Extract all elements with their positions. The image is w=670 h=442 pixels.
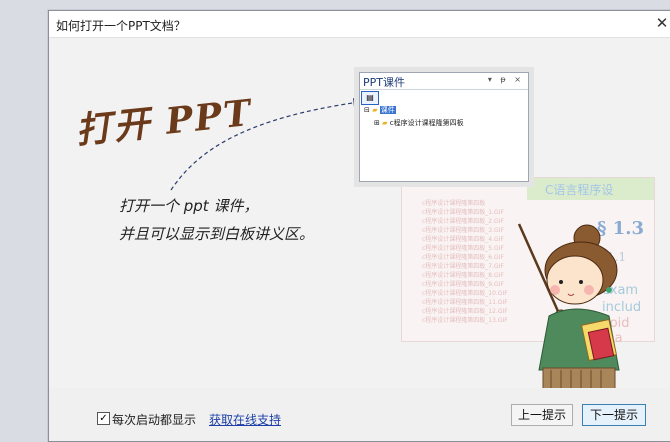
list-item: c程序设计课程隆第四板_1.GIF bbox=[422, 209, 504, 216]
list-item: c程序设计课程隆第四板_11.GIF bbox=[422, 299, 508, 306]
slide-header-bar: C语言程序设 bbox=[527, 178, 654, 200]
tip-dialog: 如何打开一个PPT文档？ ✕ 打开 PPT 打开一个 ppt 课件， 并且可以显… bbox=[48, 10, 670, 442]
list-item: c程序设计课程隆第四板_5.GIF bbox=[422, 245, 504, 252]
dialog-title: 如何打开一个PPT文档？ bbox=[56, 19, 186, 33]
tree-child-label: c程序设计课程隆第四板 bbox=[389, 119, 464, 127]
list-item: c程序设计课程隆第四板_9.GIF bbox=[422, 281, 504, 288]
tip-content: 打开 PPT 打开一个 ppt 课件， 并且可以显示到白板讲义区。 C语言程序设… bbox=[49, 38, 670, 390]
list-item: c程序设计课程隆第四板_8.GIF bbox=[422, 272, 504, 279]
open-file-icon: ▤ bbox=[361, 91, 379, 105]
list-item: c程序设计课程隆第四板_6.GIF bbox=[422, 254, 504, 261]
tip-description-line1: 打开一个 ppt 课件， bbox=[119, 197, 259, 215]
list-item: c程序设计课程隆第四板_13.GIF bbox=[422, 317, 508, 324]
list-item: c程序设计课程隆第四板_4.GIF bbox=[422, 236, 504, 243]
dialog-footer: ✓ 每次启动都显示 获取在线支持 上一提示 下一提示 bbox=[49, 388, 670, 441]
ppt-panel-illustration: PPT课件 ▾ ᵽ × ▤ ⊟ ▰ 课件 ⊞ ▰ c程序设计课程隆第四板 bbox=[359, 72, 529, 182]
show-on-startup-label[interactable]: 每次启动都显示 bbox=[112, 411, 196, 428]
close-icon[interactable]: ✕ bbox=[653, 14, 670, 32]
online-support-link[interactable]: 获取在线支持 bbox=[209, 411, 281, 428]
teacher-illustration bbox=[517, 223, 620, 390]
list-item: c程序设计课程隆第四板_2.GIF bbox=[422, 218, 504, 225]
collapse-icon: ⊟ bbox=[364, 106, 370, 114]
panel-header: PPT课件 ▾ ᵽ × bbox=[360, 73, 528, 90]
expand-icon: ⊞ bbox=[374, 119, 380, 127]
show-on-startup-checkbox[interactable]: ✓ bbox=[97, 412, 110, 425]
list-item: c程序设计课程隆第四板_7.GIF bbox=[422, 263, 504, 270]
tree-root-row: ⊟ ▰ 课件 bbox=[364, 105, 396, 115]
next-tip-button[interactable]: 下一提示 bbox=[582, 404, 646, 426]
tree-child-row: ⊞ ▰ c程序设计课程隆第四板 bbox=[374, 118, 464, 128]
panel-title: PPT课件 bbox=[363, 76, 405, 89]
tip-description-line2: 并且可以显示到白板讲义区。 bbox=[119, 225, 315, 243]
previous-tip-button[interactable]: 上一提示 bbox=[511, 404, 573, 426]
list-item: c程序设计课程隆第四板_10.GIF bbox=[422, 290, 508, 297]
list-item: c程序设计课程隆第四板_12.GIF bbox=[422, 308, 508, 315]
folder-icon: ▰ bbox=[372, 106, 378, 114]
slide-header-text: C语言程序设 bbox=[545, 183, 614, 197]
list-item: c程序设计课程隆第四板_3.GIF bbox=[422, 227, 504, 234]
panel-controls: ▾ ᵽ × bbox=[487, 75, 524, 84]
title-bar: 如何打开一个PPT文档？ ✕ bbox=[49, 11, 670, 38]
folder-icon: ▰ bbox=[382, 119, 388, 127]
file-list-title: c程序设计课程隆第四板 bbox=[422, 200, 486, 207]
panel-toolbar: ▤ bbox=[360, 90, 528, 105]
tree-root-label: 课件 bbox=[379, 106, 396, 114]
dashed-arrow bbox=[170, 98, 363, 191]
file-list-ghost: c程序设计课程隆第四板 c程序设计课程隆第四板_1.GIF c程序设计课程隆第四… bbox=[422, 198, 508, 324]
